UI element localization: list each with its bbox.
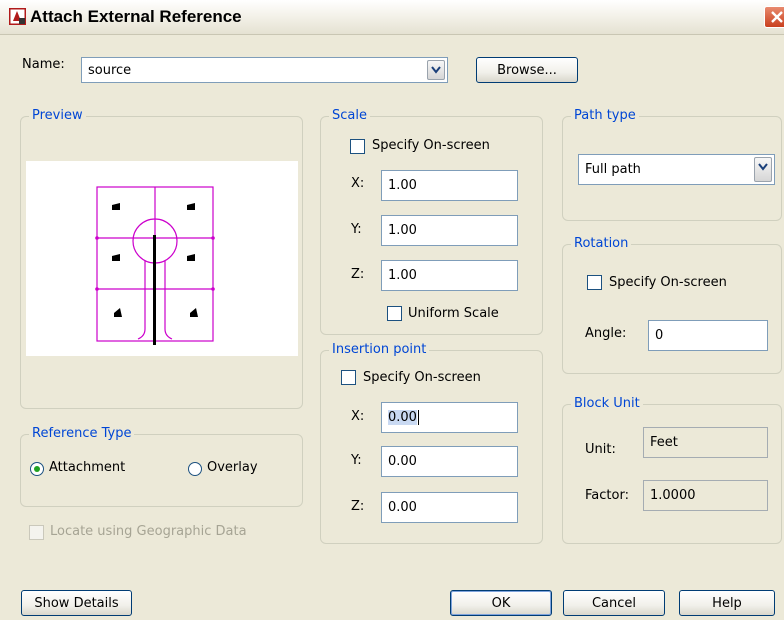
factor-field: 1.0000 (643, 480, 768, 511)
scale-specify-onscreen-checkbox[interactable] (350, 139, 365, 154)
insertion-specify-onscreen-checkbox[interactable] (341, 370, 356, 385)
reference-type-title: Reference Type (29, 426, 135, 441)
scale-z-label: Z: (351, 267, 365, 282)
path-type-value: Full path (585, 162, 641, 177)
path-type-dropdown-button[interactable] (754, 157, 772, 182)
angle-value: 0 (655, 328, 664, 343)
show-details-button[interactable]: Show Details (21, 590, 132, 616)
scale-y-value: 1.00 (388, 223, 417, 238)
autocad-app-icon (9, 8, 26, 25)
scale-x-label: X: (351, 176, 365, 191)
ok-label: OK (491, 595, 511, 611)
geographic-data-checkbox[interactable] (29, 525, 44, 540)
block-unit-title: Block Unit (571, 396, 643, 411)
uniform-scale-checkbox[interactable] (387, 306, 402, 321)
text-caret (417, 410, 419, 425)
name-value: source (88, 62, 132, 78)
help-label: Help (712, 595, 742, 611)
preview-group-title: Preview (29, 108, 86, 123)
scale-x-value: 1.00 (388, 178, 417, 193)
ok-button[interactable]: OK (450, 590, 552, 616)
overlay-label[interactable]: Overlay (207, 460, 258, 475)
rotation-specify-onscreen-label[interactable]: Specify On-screen (609, 275, 727, 290)
preview-canvas (26, 161, 298, 356)
path-type-select[interactable]: Full path (578, 154, 775, 185)
insertion-y-input[interactable]: 0.00 (381, 446, 518, 477)
block-unit-group: Block Unit (562, 396, 782, 544)
rotation-title: Rotation (571, 236, 632, 251)
insertion-x-label: X: (351, 409, 365, 424)
attachment-radio[interactable] (30, 462, 44, 476)
chevron-down-icon (431, 66, 441, 74)
scale-y-label: Y: (351, 222, 362, 237)
scale-group-title: Scale (329, 108, 370, 123)
insertion-point-title: Insertion point (329, 342, 430, 357)
unit-label: Unit: (585, 442, 616, 457)
attachment-label[interactable]: Attachment (49, 460, 125, 475)
rotation-specify-onscreen-checkbox[interactable] (587, 275, 602, 290)
angle-label: Angle: (585, 326, 627, 341)
insertion-y-value: 0.00 (388, 454, 417, 469)
drawing-preview (95, 186, 215, 345)
name-combobox[interactable]: source (81, 57, 448, 83)
insertion-z-value: 0.00 (388, 500, 417, 515)
geographic-data-label: Locate using Geographic Data (50, 524, 247, 539)
scale-z-input[interactable]: 1.00 (381, 260, 518, 291)
overlay-radio[interactable] (188, 462, 202, 476)
cancel-button[interactable]: Cancel (563, 590, 665, 616)
factor-label: Factor: (585, 488, 629, 503)
window-title: Attach External Reference (30, 7, 242, 26)
help-button[interactable]: Help (679, 590, 775, 616)
title-bar: Attach External Reference (0, 0, 784, 35)
scale-y-input[interactable]: 1.00 (381, 215, 518, 246)
rotation-group: Rotation (562, 236, 782, 374)
scale-specify-onscreen-label[interactable]: Specify On-screen (372, 138, 490, 153)
uniform-scale-label[interactable]: Uniform Scale (408, 306, 499, 321)
unit-value: Feet (650, 435, 678, 450)
path-type-title: Path type (571, 108, 639, 123)
insertion-x-value: 0.00 (388, 410, 417, 425)
cancel-label: Cancel (591, 595, 637, 611)
scale-z-value: 1.00 (388, 268, 417, 283)
close-button[interactable] (764, 6, 784, 28)
angle-input[interactable]: 0 (648, 320, 768, 351)
chevron-down-icon (758, 163, 768, 171)
insertion-x-input[interactable]: 0.00 (381, 402, 518, 433)
insertion-z-label: Z: (351, 499, 365, 514)
factor-value: 1.0000 (650, 488, 696, 503)
insertion-specify-onscreen-label[interactable]: Specify On-screen (363, 370, 481, 385)
name-label: Name: (22, 57, 65, 72)
scale-x-input[interactable]: 1.00 (381, 170, 518, 201)
unit-field: Feet (643, 427, 768, 458)
radio-selected-dot (34, 466, 40, 472)
preview-group: Preview (20, 108, 303, 409)
show-details-label: Show Details (34, 595, 119, 611)
close-icon (771, 11, 783, 23)
insertion-z-input[interactable]: 0.00 (381, 492, 518, 523)
insertion-y-label: Y: (351, 453, 362, 468)
browse-button[interactable]: Browse... (476, 57, 578, 83)
name-dropdown-button[interactable] (427, 60, 445, 80)
browse-button-label: Browse... (497, 62, 557, 78)
